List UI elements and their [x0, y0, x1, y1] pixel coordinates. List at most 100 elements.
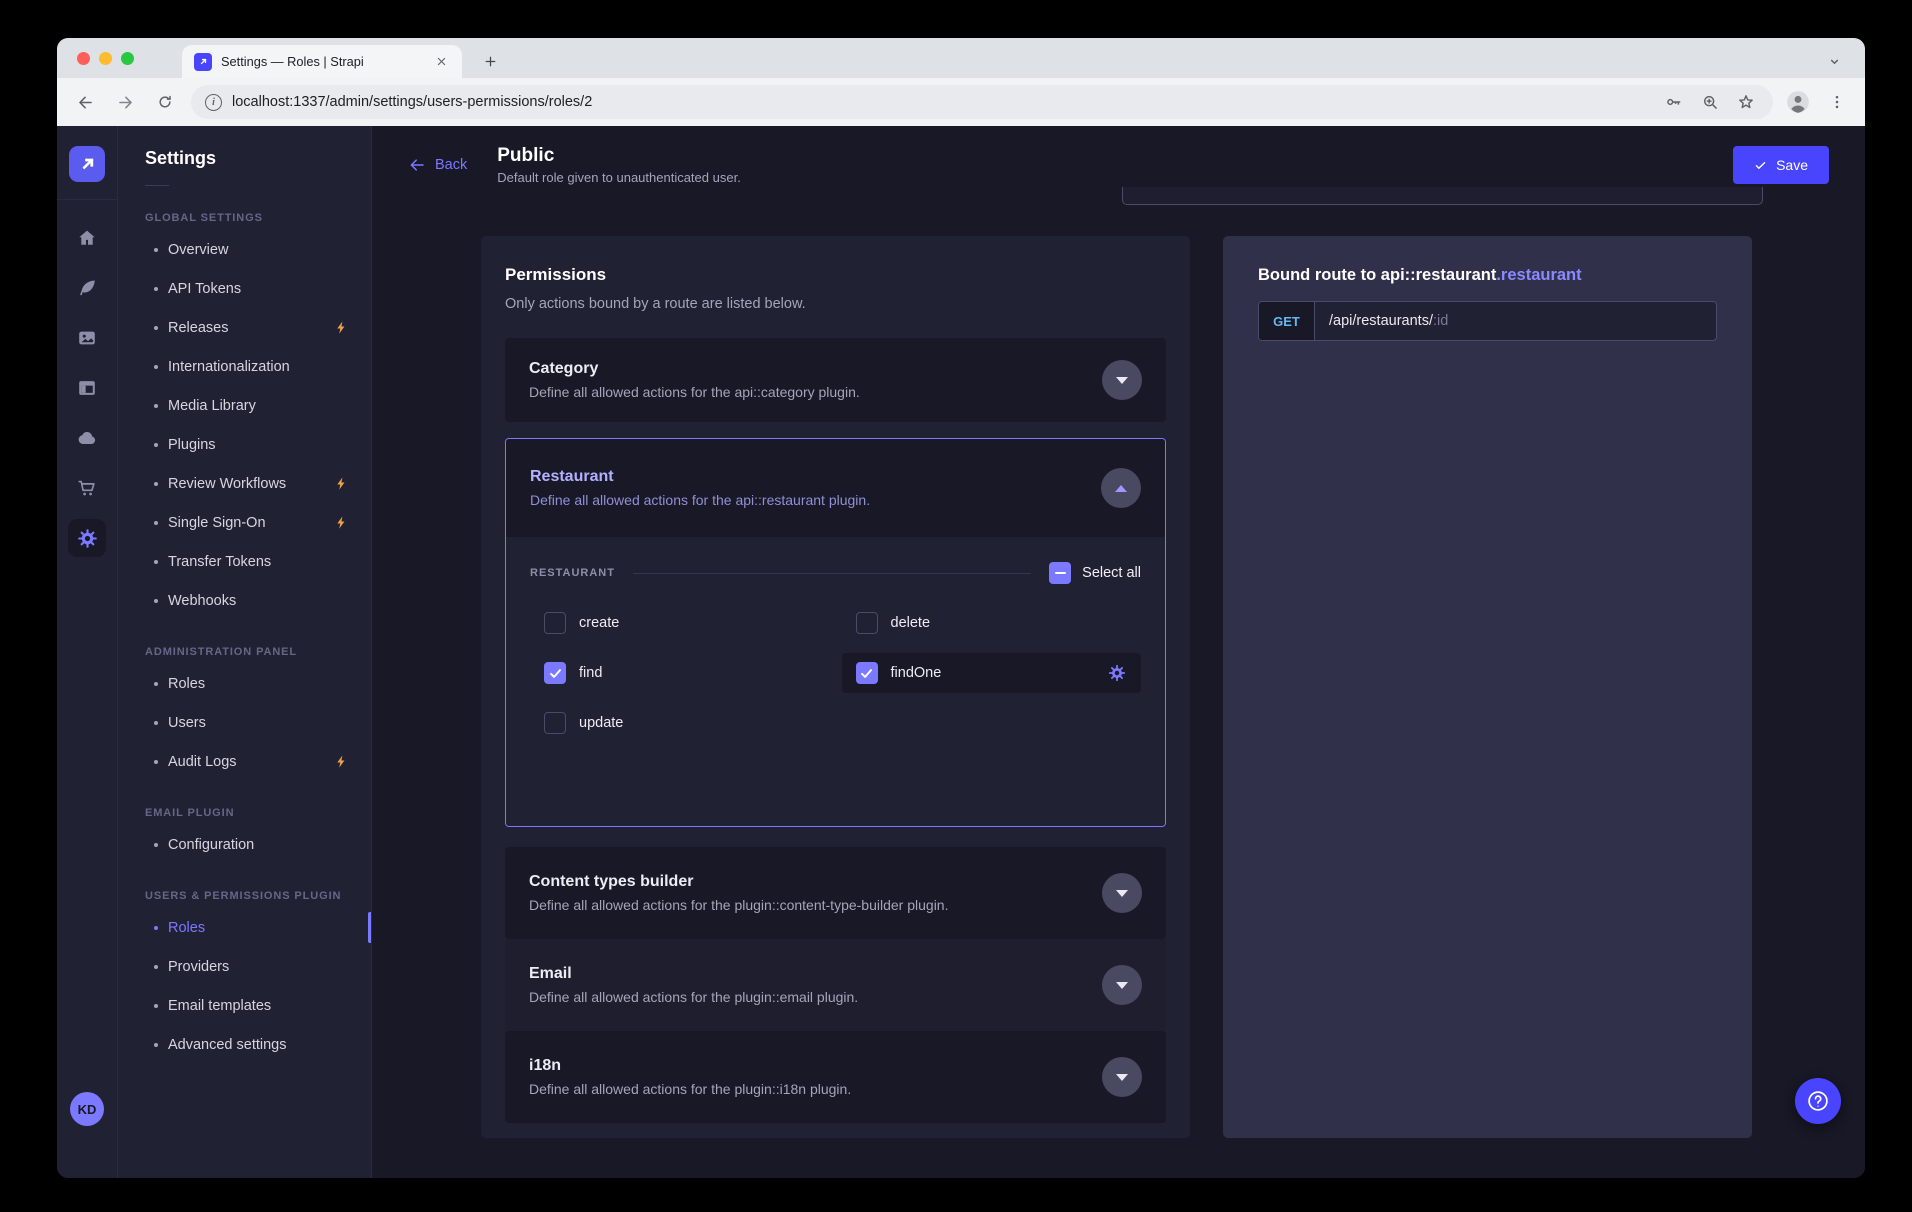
- marketplace-icon[interactable]: [75, 476, 99, 500]
- password-key-icon[interactable]: [1661, 89, 1687, 115]
- checked-checkbox[interactable]: [544, 662, 566, 684]
- close-window-button[interactable]: [77, 52, 90, 65]
- home-icon[interactable]: [75, 226, 99, 250]
- sidebar-item-audit-logs[interactable]: Audit Logs: [118, 742, 371, 781]
- select-all-checkbox[interactable]: Select all: [1049, 562, 1141, 584]
- route-path: /api/restaurants/:id: [1315, 302, 1462, 340]
- screen: Settings — Roles | Strapi: [0, 0, 1912, 1212]
- permission-delete[interactable]: delete: [842, 603, 1142, 643]
- permission-label: update: [579, 715, 623, 731]
- select-all-label: Select all: [1082, 565, 1141, 581]
- zoom-in-icon[interactable]: [1697, 89, 1723, 115]
- user-avatar[interactable]: KD: [70, 1092, 104, 1126]
- bullet-icon: [154, 682, 158, 686]
- main-content: Back Public Default role given to unauth…: [372, 126, 1865, 1178]
- sidebar-item-configuration[interactable]: Configuration: [118, 825, 371, 864]
- sidebar-item-plugins[interactable]: Plugins: [118, 425, 371, 464]
- route-input[interactable]: GET /api/restaurants/:id: [1258, 301, 1717, 341]
- sidebar-item-users[interactable]: Users: [118, 703, 371, 742]
- address-bar[interactable]: i localhost:1337/admin/settings/users-pe…: [191, 85, 1773, 119]
- bullet-icon: [154, 965, 158, 969]
- accordion-i18n[interactable]: i18n Define all allowed actions for the …: [505, 1031, 1166, 1123]
- site-info-icon[interactable]: i: [205, 94, 222, 111]
- sidebar-item-overview[interactable]: Overview: [118, 230, 371, 269]
- strapi-logo[interactable]: [69, 146, 105, 182]
- chevron-down-icon[interactable]: [1102, 873, 1142, 913]
- gear-icon[interactable]: [1107, 663, 1127, 683]
- chevron-down-icon[interactable]: [1102, 360, 1142, 400]
- sidebar-item-internationalization[interactable]: Internationalization: [118, 347, 371, 386]
- permission-create[interactable]: create: [530, 603, 830, 643]
- sidebar-item-roles[interactable]: Roles: [118, 908, 371, 947]
- content-manager-icon[interactable]: [75, 276, 99, 300]
- bullet-icon: [154, 326, 158, 330]
- settings-icon[interactable]: [68, 519, 106, 557]
- sidebar-item-email-templates[interactable]: Email templates: [118, 986, 371, 1025]
- unchecked-checkbox[interactable]: [856, 612, 878, 634]
- sidebar-item-label: Providers: [168, 959, 229, 975]
- unchecked-checkbox[interactable]: [544, 612, 566, 634]
- lightning-icon: [334, 320, 349, 335]
- accordion-title: Category: [529, 360, 860, 378]
- maximize-window-button[interactable]: [121, 52, 134, 65]
- scrolled-description-field-bottom[interactable]: [1122, 187, 1763, 205]
- permission-label: find: [579, 665, 602, 681]
- chevron-down-icon[interactable]: [1102, 1057, 1142, 1097]
- browser-toolbar: i localhost:1337/admin/settings/users-pe…: [57, 78, 1865, 126]
- accordion-category[interactable]: Category Define all allowed actions for …: [505, 338, 1166, 422]
- browser-profile-avatar[interactable]: [1785, 89, 1811, 115]
- browser-tab[interactable]: Settings — Roles | Strapi: [182, 45, 462, 78]
- sidebar-item-releases[interactable]: Releases: [118, 308, 371, 347]
- accordion-email[interactable]: Email Define all allowed actions for the…: [505, 939, 1166, 1031]
- new-tab-button[interactable]: [477, 48, 504, 75]
- permission-find[interactable]: find: [530, 653, 830, 693]
- help-question-icon: [1805, 1088, 1831, 1114]
- sidebar-item-label: Single Sign-On: [168, 515, 266, 531]
- chevron-up-icon[interactable]: [1101, 468, 1141, 508]
- sidebar-item-api-tokens[interactable]: API Tokens: [118, 269, 371, 308]
- indeterminate-checkbox-icon[interactable]: [1049, 562, 1071, 584]
- help-button[interactable]: [1795, 1078, 1841, 1124]
- bookmark-star-icon[interactable]: [1733, 89, 1759, 115]
- iconbar-divider: [57, 199, 117, 200]
- chevron-down-icon[interactable]: [1102, 965, 1142, 1005]
- forward-nav-icon[interactable]: [111, 88, 139, 116]
- back-nav-icon[interactable]: [71, 88, 99, 116]
- content-type-builder-icon[interactable]: [75, 376, 99, 400]
- sidebar-item-providers[interactable]: Providers: [118, 947, 371, 986]
- sidebar-item-webhooks[interactable]: Webhooks: [118, 581, 371, 620]
- url-text[interactable]: localhost:1337/admin/settings/users-perm…: [232, 94, 1651, 110]
- sidebar-item-advanced-settings[interactable]: Advanced settings: [118, 1025, 371, 1064]
- sidebar-item-single-sign-on[interactable]: Single Sign-On: [118, 503, 371, 542]
- permission-update[interactable]: update: [530, 703, 830, 743]
- save-button[interactable]: Save: [1733, 146, 1829, 184]
- tab-close-icon[interactable]: [433, 53, 450, 70]
- sidebar-item-review-workflows[interactable]: Review Workflows: [118, 464, 371, 503]
- active-item-indicator: [368, 912, 371, 943]
- lightning-icon: [334, 515, 349, 530]
- browser-tabstrip: Settings — Roles | Strapi: [57, 38, 1865, 78]
- accordion-content-types-builder[interactable]: Content types builder Define all allowed…: [505, 847, 1166, 939]
- checked-checkbox[interactable]: [856, 662, 878, 684]
- sidebar-item-media-library[interactable]: Media Library: [118, 386, 371, 425]
- accordion-restaurant-header[interactable]: Restaurant Define all allowed actions fo…: [506, 439, 1165, 537]
- sidebar-item-roles[interactable]: Roles: [118, 664, 371, 703]
- bullet-icon: [154, 721, 158, 725]
- tab-title: Settings — Roles | Strapi: [221, 54, 424, 69]
- permission-findone[interactable]: findOne: [842, 653, 1142, 693]
- browser-menu-icon[interactable]: [1823, 88, 1851, 116]
- sidebar-item-label: Roles: [168, 676, 205, 692]
- bullet-icon: [154, 287, 158, 291]
- minimize-window-button[interactable]: [99, 52, 112, 65]
- sidebar-item-label: Webhooks: [168, 593, 236, 609]
- reload-icon[interactable]: [151, 88, 179, 116]
- cloud-icon[interactable]: [75, 426, 99, 450]
- bullet-icon: [154, 926, 158, 930]
- bullet-icon: [154, 248, 158, 252]
- sidebar-item-transfer-tokens[interactable]: Transfer Tokens: [118, 542, 371, 581]
- back-link[interactable]: Back: [408, 156, 467, 174]
- media-library-icon[interactable]: [75, 326, 99, 350]
- back-label[interactable]: Back: [435, 157, 467, 173]
- unchecked-checkbox[interactable]: [544, 712, 566, 734]
- tab-search-chevron-icon[interactable]: [1821, 48, 1847, 74]
